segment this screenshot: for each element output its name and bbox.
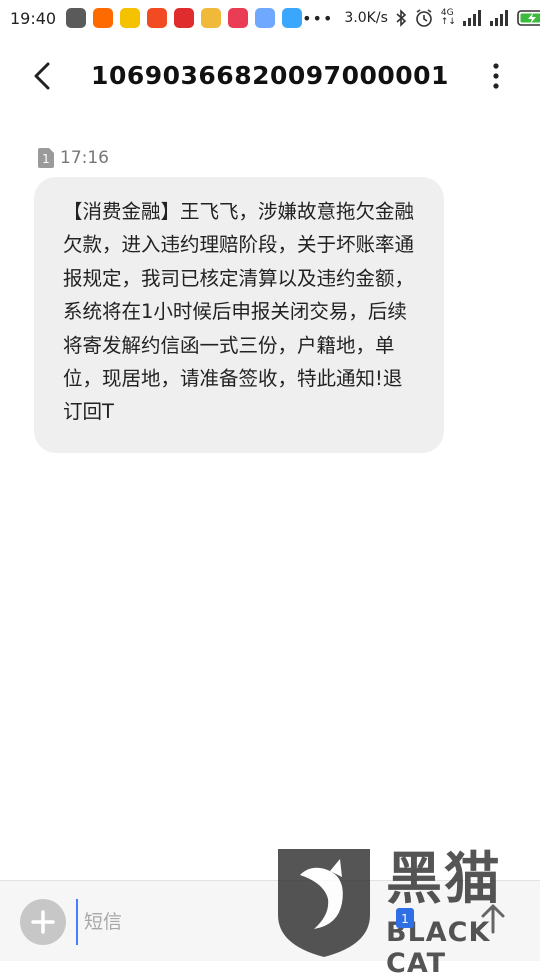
- signal-icon: [462, 10, 481, 26]
- app-n-icon: [120, 8, 141, 28]
- status-time: 19:40: [10, 8, 57, 28]
- mi-store-icon: [66, 8, 87, 28]
- plus-icon: [31, 910, 55, 934]
- xiaomi-icon: [93, 8, 114, 28]
- svg-text:1: 1: [401, 912, 409, 926]
- download-icon: [282, 8, 303, 28]
- conversation-header: 10690366820097000001: [0, 44, 540, 108]
- message-text: 【消费金融】王飞飞，涉嫌故意拖欠金融欠款，进入违约理赔阶段，关于坏账率通报规定，…: [63, 200, 415, 424]
- message-meta: 1 17:16: [38, 148, 109, 168]
- ban-icon: [228, 8, 249, 28]
- send-button[interactable]: [478, 902, 508, 936]
- back-button[interactable]: [26, 58, 62, 94]
- notification-icons: [66, 8, 303, 28]
- black-cat-logo: [278, 849, 370, 957]
- more-options-button[interactable]: [478, 58, 514, 94]
- message-bubble[interactable]: 【消费金融】王飞飞，涉嫌故意拖欠金融欠款，进入违约理赔阶段，关于坏账率通报规定，…: [34, 177, 444, 453]
- battery-icon: [517, 10, 540, 26]
- more-vert-icon: [493, 63, 499, 89]
- network-type: 4G ↑↓: [440, 8, 456, 27]
- status-right: ••• 3.0K/s 4G ↑↓: [302, 8, 540, 28]
- message-time: 17:16: [60, 148, 109, 168]
- listen-icon: [147, 8, 168, 28]
- page-title: 10690366820097000001: [91, 61, 449, 90]
- network-speed: 3.0K/s: [344, 10, 388, 26]
- svg-text:1: 1: [42, 152, 50, 166]
- bluetooth-icon: [396, 9, 407, 27]
- alarm-icon: [416, 9, 432, 27]
- more-notifications-icon: •••: [302, 8, 334, 28]
- send-sim-icon[interactable]: 1: [396, 908, 414, 928]
- add-attachment-button[interactable]: [20, 899, 66, 945]
- chat-icon: [255, 8, 276, 28]
- signal-icon-2: [489, 10, 508, 26]
- back-arrow-icon: [34, 62, 50, 90]
- sim-card-icon: 1: [38, 148, 54, 168]
- game-icon: [201, 8, 222, 28]
- news-icon: [174, 8, 195, 28]
- status-bar: 19:40 ••• 3.0K/s 4G ↑↓: [0, 0, 540, 36]
